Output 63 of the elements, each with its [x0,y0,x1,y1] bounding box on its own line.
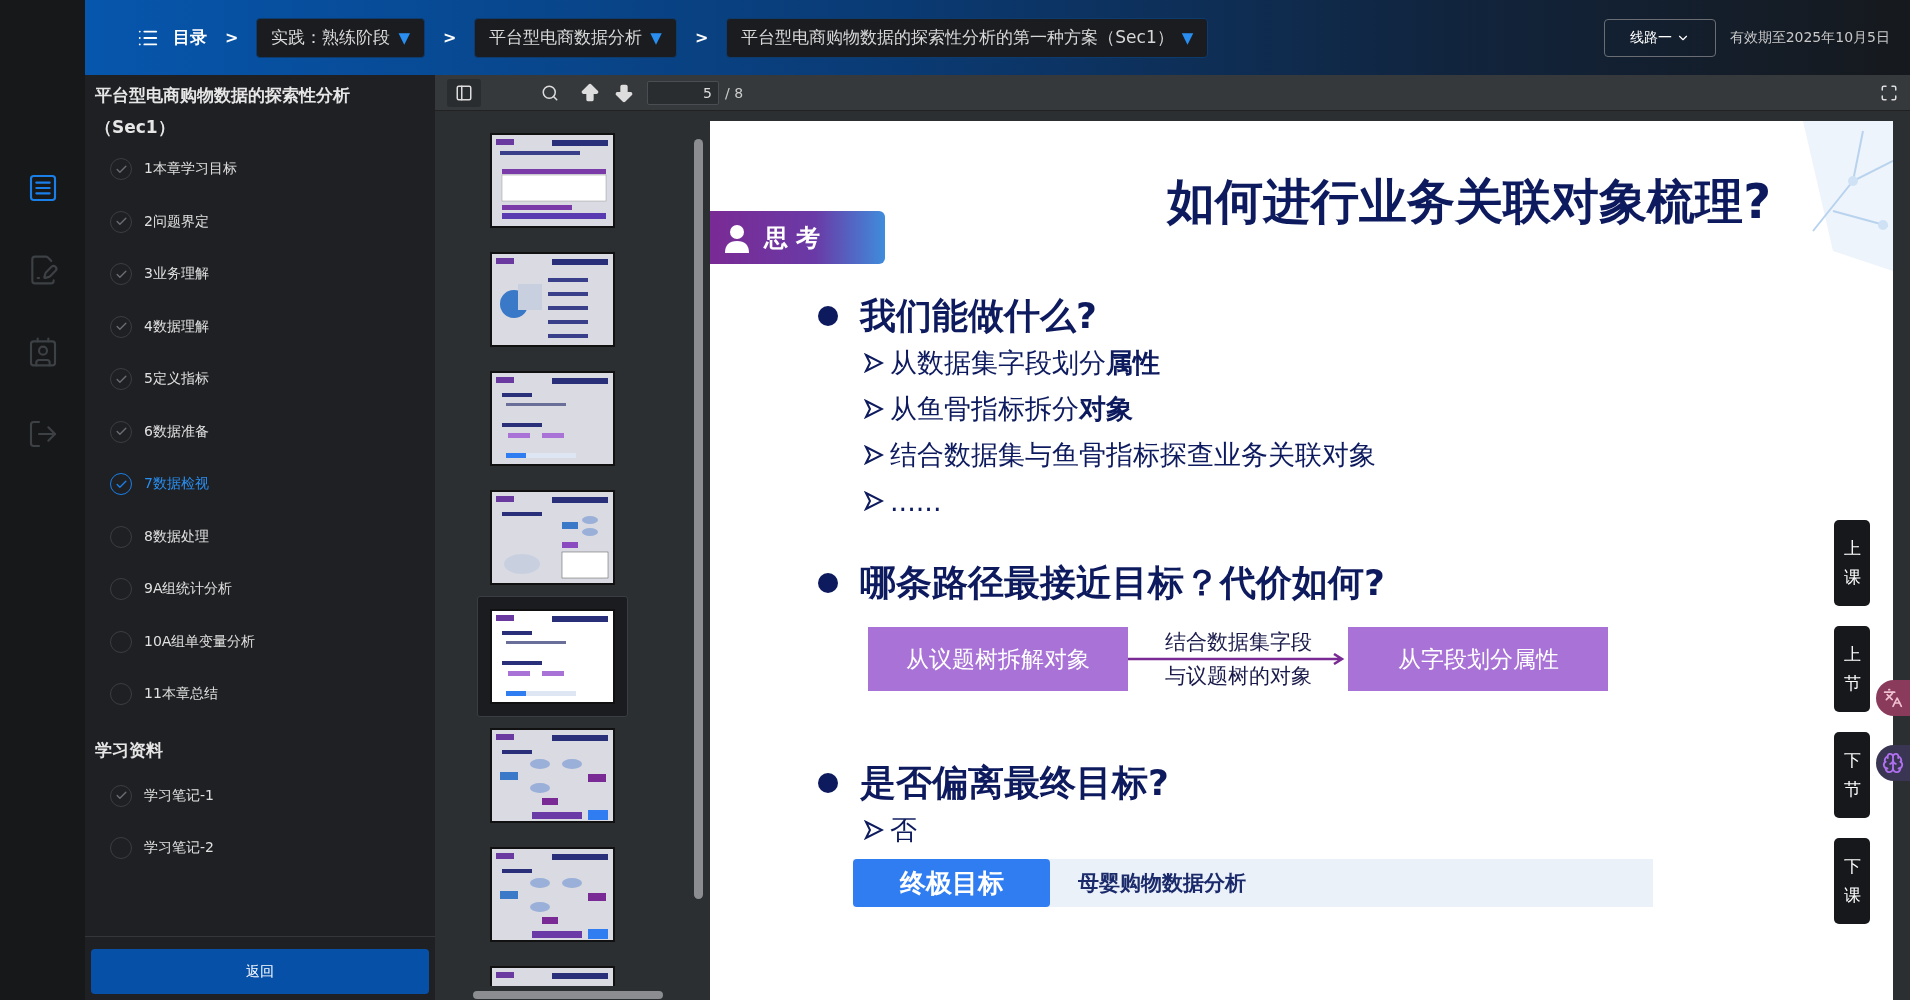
breadcrumb-dropdown[interactable]: 平台型电商数据分析 ▼ [474,17,677,58]
translate-icon[interactable] [1876,680,1910,716]
sidebar-toggle-icon[interactable] [447,78,481,107]
arrow-up-icon[interactable] [579,81,601,104]
goal-label: 终极目标 [853,859,1050,907]
lesson-nav-button[interactable]: 上节 [1834,626,1870,712]
arrow-bullet-icon [864,399,884,419]
flow-step: 从字段划分属性 [1348,627,1608,691]
arrow-bullet-icon [864,353,884,373]
brain-icon[interactable] [1876,745,1910,781]
chapter-item[interactable]: 11本章总结 [85,668,435,721]
fullscreen-icon[interactable] [1880,83,1898,102]
chapter-item[interactable]: 5定义指标 [85,353,435,406]
bullet-text: 从数据集字段划分属性 [890,346,1160,380]
breadcrumb-separator: > [225,28,239,47]
arrow-bullet-icon [864,491,884,511]
menu-button[interactable]: 目录 [137,26,207,49]
chapter-item[interactable]: 1本章学习目标 [85,143,435,196]
chapter-item[interactable]: 2问题界定 [85,195,435,248]
goal-value: 母婴购物数据分析 [1078,870,1246,897]
bullet-text: ...... [890,485,942,517]
bullet-text: 否 [890,813,917,847]
breadcrumb-dropdown[interactable]: 平台型电商购物数据的探索性分析的第一种方案（Sec1） ▼ [726,17,1209,58]
page-total: / 8 [725,84,744,101]
section-title: 学习资料 [94,738,164,762]
arrow-bullet-icon [864,820,884,840]
lesson-nav-button[interactable]: 下节 [1834,732,1870,818]
flow-label: 与议题树的对象 [1164,665,1312,687]
think-badge: 思 考 [710,211,885,264]
slide-heading: 我们能做什么? [860,294,1097,338]
slide-heading: 哪条路径最接近目标？代价如何? [860,561,1385,605]
flow-label: 结合数据集字段 [1164,631,1312,653]
course-title: 平台型电商购物数据的探索性分析（Sec1） [94,84,351,139]
chapter-item[interactable]: 9A组统计分析 [85,563,435,616]
slide-heading: 是否偏离最终目标? [860,761,1169,805]
back-button[interactable]: 返回 [91,949,429,994]
bullet-text: 结合数据集与鱼骨指标探查业务关联对象 [890,438,1376,472]
person-icon [724,222,750,253]
chapter-item[interactable]: 8数据处理 [85,510,435,563]
route-button[interactable]: 线路一 [1603,18,1716,57]
lesson-nav-button[interactable]: 下课 [1834,838,1870,924]
bullet-icon [818,306,838,326]
arrow-bullet-icon [864,445,884,465]
page-number-field[interactable]: 5 [647,80,719,105]
search-icon[interactable] [541,83,559,102]
chapter-item[interactable]: 6数据准备 [85,405,435,458]
chapter-item[interactable]: 学习笔记-1 [85,769,435,822]
chapter-item[interactable]: 学习笔记-2 [85,822,435,875]
chapter-item[interactable]: 10A组单变量分析 [85,615,435,668]
bullet-icon [818,773,838,793]
chapter-item[interactable]: 3业务理解 [85,248,435,301]
expiry-text: 有效期至2025年10月5日 [1729,28,1890,47]
breadcrumb-separator: > [442,28,457,47]
slide-title: 如何进行业务关联对象梳理? [1167,172,1771,231]
bullet-text: 从鱼骨指标拆分对象 [890,392,1133,426]
flow-step: 从议题树拆解对象 [868,627,1128,691]
bullet-icon [818,573,838,593]
slide-thumbnail[interactable] [477,596,628,717]
lesson-nav-button[interactable]: 上课 [1834,520,1870,606]
breadcrumb-dropdown[interactable]: 实践：熟练阶段 ▼ [256,17,425,58]
chapter-item[interactable]: 7数据检视 [85,458,435,511]
breadcrumb-separator: > [694,28,709,47]
chapter-item[interactable]: 4数据理解 [85,300,435,353]
